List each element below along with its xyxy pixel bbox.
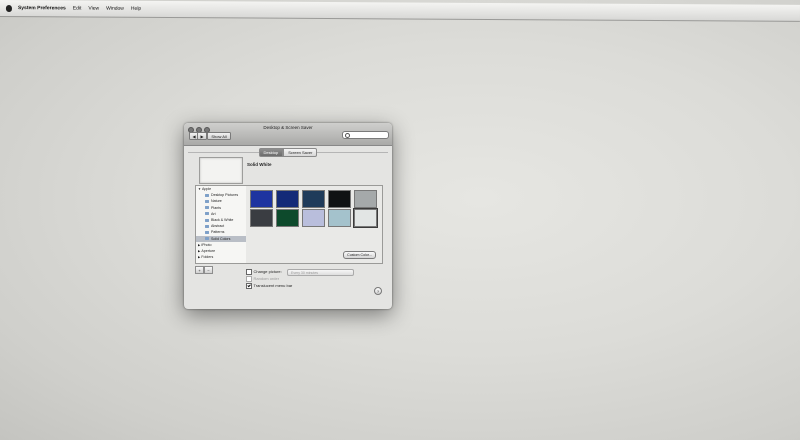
help-button[interactable]: ? [374,287,382,295]
menu-edit[interactable]: Edit [73,5,82,11]
color-swatch[interactable] [328,209,351,227]
source-item-label: Patterns [211,230,225,235]
disclosure-closed-icon[interactable]: ▶ [198,243,200,247]
change-interval-select[interactable]: Every 30 minutes [287,269,354,276]
color-swatch[interactable] [250,190,273,208]
folder-icon [205,237,209,241]
folder-icon [205,218,209,222]
window-titlebar[interactable]: Desktop & Screen Saver ◀ ▶ Show All [184,123,392,146]
menu-bar: System Preferences Edit View Window Help [0,0,800,22]
color-swatch[interactable] [302,190,325,208]
folder-icon [205,206,209,210]
source-list: ▼ Apple Desktop Pictures Nature Plants Ar… [195,185,247,264]
menu-app-name[interactable]: System Preferences [18,5,66,11]
translucent-menu-bar-option[interactable]: Translucent menu bar [246,283,292,289]
source-group-label: iPhoto [201,242,212,247]
preferences-window: Desktop & Screen Saver ◀ ▶ Show All Desk… [184,123,392,309]
tab-desktop[interactable]: Desktop [258,148,284,157]
source-item-label: Solid Colors [211,236,231,241]
random-order-checkbox[interactable] [246,276,252,282]
translucent-menu-bar-label: Translucent menu bar [253,283,293,289]
apple-menu-icon[interactable] [5,4,12,12]
source-group-folders[interactable]: ▶ Folders [196,254,246,260]
change-picture-label: Change picture: [253,269,282,275]
source-item-label: Art [211,211,216,216]
source-item-label: Abstract [211,224,225,229]
forward-button[interactable]: ▶ [197,132,207,140]
folder-icon [205,212,209,216]
search-field[interactable] [342,131,389,139]
change-picture-checkbox[interactable] [246,269,252,275]
source-item-label: Nature [211,199,222,204]
menu-help[interactable]: Help [131,6,141,12]
search-icon [345,132,350,138]
change-picture-option[interactable]: Change picture: [246,269,282,275]
menu-view[interactable]: View [88,6,99,12]
color-swatch[interactable] [353,208,378,228]
desktop-preview [199,157,243,184]
folder-icon [205,199,209,203]
color-swatch-grid: Custom Color... [246,185,383,264]
random-order-label: Random order [253,276,280,282]
color-swatch[interactable] [328,190,351,208]
source-group-label: Folders [201,255,214,260]
color-swatch[interactable] [354,190,377,208]
random-order-option[interactable]: Random order [246,276,279,282]
source-item-label: Plants [211,205,221,210]
color-swatch[interactable] [276,190,299,208]
tab-bar: Desktop Screen Saver [184,148,392,157]
disclosure-closed-icon[interactable]: ▶ [198,249,200,253]
source-item-label: Black & White [211,218,234,223]
color-swatch[interactable] [250,209,273,227]
folder-icon [205,230,209,234]
tab-screen-saver[interactable]: Screen Saver [283,148,318,157]
folder-icon [205,193,209,197]
color-swatch[interactable] [276,209,299,227]
disclosure-closed-icon[interactable]: ▶ [198,255,200,259]
menu-window[interactable]: Window [106,6,124,12]
custom-color-button[interactable]: Custom Color... [343,251,376,259]
folder-icon [205,224,209,228]
show-all-button[interactable]: Show All [207,132,231,140]
color-swatch[interactable] [302,209,325,227]
source-group-label: Aperture [201,248,216,253]
remove-folder-button[interactable]: − [204,266,213,274]
source-list-tools: + − [195,266,213,274]
add-folder-button[interactable]: + [195,266,204,274]
translucent-menu-bar-checkbox[interactable] [246,283,252,289]
window-title: Desktop & Screen Saver [263,125,313,130]
disclosure-open-icon[interactable]: ▼ [198,187,201,191]
selected-picture-name: Solid White [247,162,272,167]
source-group-label: Apple [201,187,212,192]
source-item-label: Desktop Pictures [211,193,239,198]
